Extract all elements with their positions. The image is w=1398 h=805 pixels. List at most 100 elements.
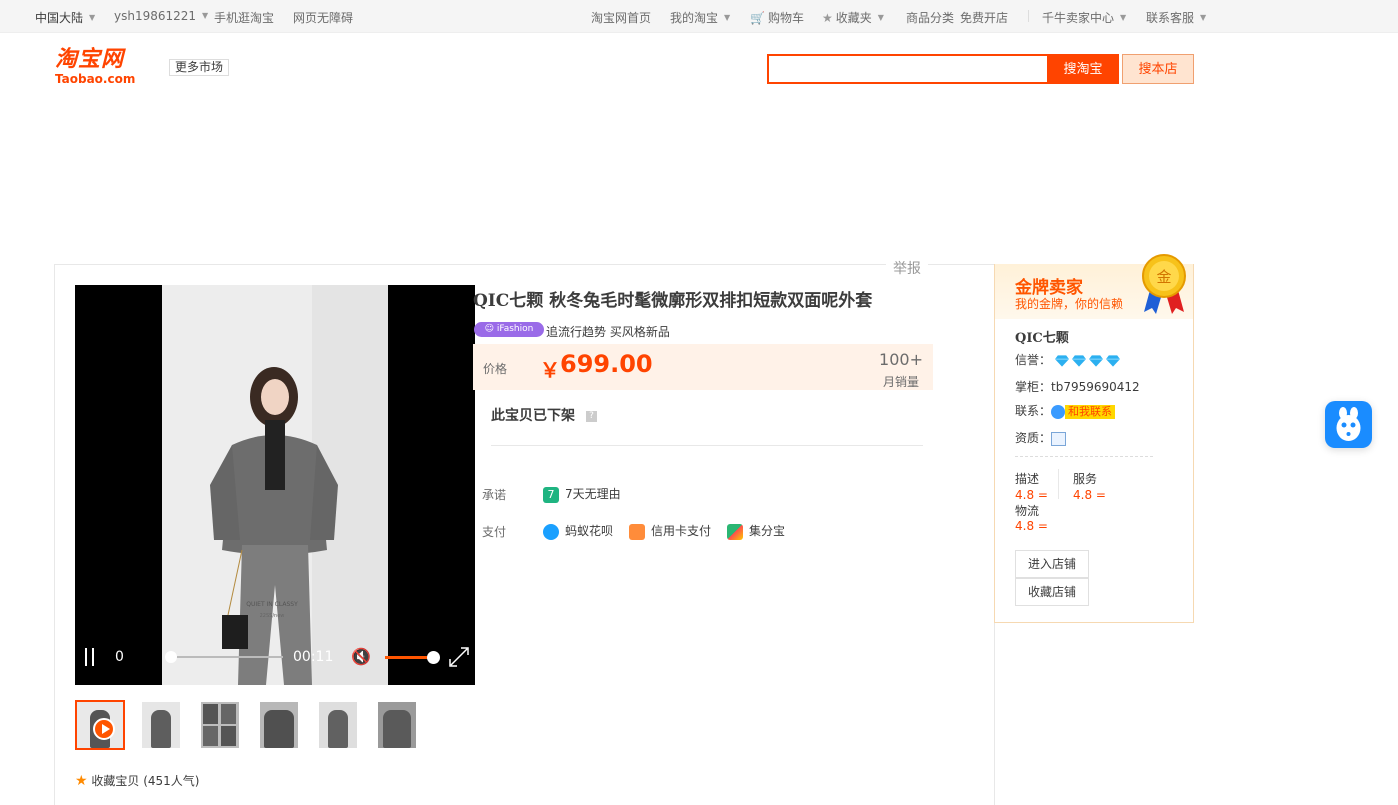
search-taobao-button[interactable]: 搜淘宝 [1047, 54, 1119, 84]
price-value: 699.00 [560, 350, 653, 378]
video-duration: 00:11 [293, 649, 334, 665]
score-value-service: 4.8 = [1073, 488, 1106, 502]
score-label-description: 描述 [1015, 472, 1040, 486]
poster-caption-1: QUIET IN CLASSY [246, 601, 298, 608]
favorites-label: 收藏夹 [835, 11, 872, 25]
fullscreen-icon[interactable] [449, 647, 469, 667]
favorites-menu[interactable]: ★ 收藏夹 ▼ [822, 9, 884, 26]
qualification-label: 资质： [1015, 431, 1052, 445]
credit-card-icon [629, 523, 645, 540]
volume-slider[interactable] [385, 656, 431, 659]
favorite-item-button[interactable]: ★ 收藏宝贝 (451人气) [75, 772, 199, 789]
search-store-button[interactable]: 搜本店 [1122, 54, 1194, 84]
score-value-logistics: 4.8 = [1015, 519, 1048, 533]
huabei-icon [543, 523, 559, 540]
region-selector[interactable]: 中国大陆 ▼ [35, 9, 95, 26]
chevron-down-icon: ▼ [89, 13, 96, 22]
contact-row: 联系： 和我联系 [1015, 402, 1116, 419]
qualification-row: 资质： [1015, 429, 1067, 446]
diamond-icon [1105, 354, 1120, 367]
home-link[interactable]: 淘宝网首页 [591, 9, 651, 26]
chevron-down-icon: ▼ [1120, 13, 1127, 22]
video-frame: QUIET IN CLASSY 22SS/new [162, 285, 388, 685]
video-current-time: 0 [115, 649, 124, 665]
pay-method-label: 蚂蚁花呗 [565, 524, 614, 538]
more-markets-link[interactable]: 更多市场 [169, 59, 230, 76]
star-icon: ★ [822, 11, 833, 25]
favorite-store-button[interactable]: 收藏店铺 [1015, 578, 1089, 606]
volume-handle[interactable] [427, 651, 440, 664]
license-icon[interactable] [1051, 431, 1067, 446]
pay-method-label: 集分宝 [749, 524, 786, 538]
thumbnail-item[interactable] [201, 702, 239, 748]
cart-label: 购物车 [767, 11, 804, 25]
user-menu[interactable]: ysh19861221 ▼ [114, 9, 208, 23]
delisted-notice: 此宝贝已下架 [491, 408, 575, 424]
product-subtitle: 追流行趋势 买风格新品 [546, 325, 670, 339]
chevron-down-icon: ▼ [202, 11, 209, 20]
pay-method-label: 信用卡支付 [651, 524, 712, 538]
nav-divider [1028, 10, 1029, 22]
mute-icon[interactable]: 🔇 [351, 647, 371, 666]
logo-text-en: Taobao.com [55, 72, 136, 86]
open-store-link[interactable]: 免费开店 [960, 9, 1008, 26]
mobile-link[interactable]: 手机逛淘宝 [214, 9, 274, 26]
play-icon [93, 718, 115, 740]
thumbnail-figure [203, 726, 218, 746]
region-label: 中国大陆 [35, 11, 84, 25]
product-video-player[interactable]: QUIET IN CLASSY 22SS/new 0 00:11 🔇 [75, 285, 475, 685]
seller-center-menu[interactable]: 千牛卖家中心 ▼ [1042, 9, 1126, 26]
video-progress-track[interactable] [171, 656, 283, 658]
thumbnail-figure [328, 710, 348, 748]
site-nav-bar: 中国大陆 ▼ ysh19861221 ▼ 手机逛淘宝 网页无障碍 淘宝网首页 我的淘… [0, 0, 1398, 33]
seller-panel: 金牌卖家 我的金牌，你的信赖 金 QIC七颗 信誉： 掌柜：tb79596904… [994, 254, 1194, 623]
diamond-icon [1054, 354, 1069, 367]
accessibility-link[interactable]: 网页无障碍 [293, 9, 353, 26]
thumbnail-item[interactable] [378, 702, 416, 748]
contact-me-button[interactable]: 和我联系 [1065, 404, 1116, 419]
cart-link[interactable]: 🛒 购物车 [750, 9, 804, 26]
promise-value: 7天无理由 [565, 487, 621, 501]
customer-service-robot-icon[interactable] [1325, 401, 1372, 448]
thumbnail-video[interactable] [75, 700, 125, 750]
thumbnail-figure [221, 726, 236, 746]
chevron-down-icon: ▼ [877, 13, 884, 22]
model-image: QUIET IN CLASSY 22SS/new [162, 285, 388, 685]
poster-caption-2: 22SS/new [260, 613, 285, 619]
report-link[interactable]: 举报 [886, 258, 928, 278]
thumbnail-figure [383, 710, 411, 748]
divider [1058, 469, 1059, 499]
ifashion-icon: ☺ [484, 324, 497, 334]
credit-row: 信誉： [1015, 351, 1123, 368]
thumbnail-figure [264, 710, 294, 748]
keeper-name[interactable]: tb7959690412 [1051, 380, 1140, 394]
keeper-row: 掌柜：tb7959690412 [1015, 378, 1140, 395]
wangwang-icon [1051, 404, 1066, 419]
score-label-service: 服务 [1073, 472, 1098, 486]
thumbnail-item[interactable] [319, 702, 357, 748]
pay-jifenbao[interactable]: 集分宝 [727, 522, 785, 540]
seven-day-return[interactable]: 7 7天无理由 [543, 485, 621, 503]
thumbnail-item[interactable] [260, 702, 298, 748]
cart-icon: 🛒 [750, 11, 765, 25]
customer-service-menu[interactable]: 联系客服 ▼ [1146, 9, 1206, 26]
price-panel: 价格 ￥ 699.00 100+ 月销量 [473, 344, 933, 390]
medal-text: 金 [1156, 268, 1171, 286]
categories-link[interactable]: 商品分类 [906, 9, 954, 26]
help-icon[interactable]: ? [586, 411, 597, 422]
my-taobao-menu[interactable]: 我的淘宝 ▼ [670, 9, 730, 26]
payment-label: 支付 [482, 525, 507, 539]
taobao-logo[interactable]: 淘宝网 Taobao.com [55, 48, 151, 88]
credit-label: 信誉： [1015, 353, 1052, 367]
thumbnail-item[interactable] [142, 702, 180, 748]
pause-icon[interactable] [85, 648, 97, 666]
pay-credit-card[interactable]: 信用卡支付 [629, 522, 711, 540]
thumbnail-figure [221, 704, 236, 724]
shop-name[interactable]: QIC七颗 [1015, 327, 1069, 346]
diamond-icon [1071, 354, 1086, 367]
pay-huabei[interactable]: 蚂蚁花呗 [543, 522, 613, 540]
video-progress-handle[interactable] [165, 651, 177, 663]
enter-store-button[interactable]: 进入店铺 [1015, 550, 1089, 578]
gold-medal-icon: 金 [1142, 254, 1186, 316]
search-input[interactable] [767, 54, 1049, 84]
